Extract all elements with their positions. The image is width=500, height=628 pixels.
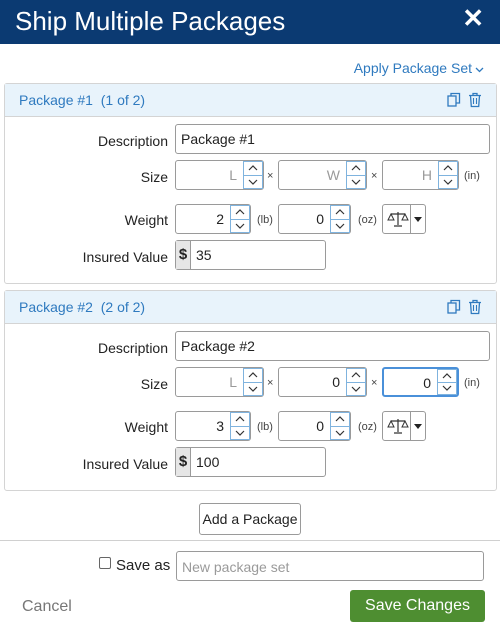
chevron-down-icon[interactable]: [330, 219, 350, 233]
scale-dropdown-button[interactable]: [382, 204, 426, 234]
chevron-down-icon[interactable]: [230, 219, 250, 233]
description-label: Description: [97, 340, 168, 356]
weight-lb-value: 2: [216, 211, 224, 227]
package-set-name-input[interactable]: New package set: [176, 551, 484, 581]
cancel-button[interactable]: Cancel: [22, 598, 72, 616]
divider: [0, 540, 500, 541]
apply-package-set-dropdown[interactable]: Apply Package Set: [354, 60, 484, 76]
chevron-up-icon[interactable]: [438, 161, 458, 176]
chevron-down-icon[interactable]: [346, 175, 366, 189]
insured-value: 100: [196, 454, 220, 470]
description-input[interactable]: Package #2: [175, 331, 490, 361]
insured-value-label: Insured Value: [82, 456, 168, 472]
package-header: Package #1 (1 of 2): [5, 84, 496, 117]
save-as-checkbox[interactable]: [99, 557, 111, 569]
weight-lb-value: 3: [216, 418, 224, 434]
times-sign: ×: [267, 377, 274, 389]
inch-unit: (in): [464, 170, 480, 182]
lb-unit: (lb): [257, 214, 273, 226]
width-value: 0: [332, 374, 340, 390]
weight-oz-stepper[interactable]: 0: [278, 411, 351, 441]
chevron-down-icon[interactable]: [243, 175, 263, 189]
scale-dropdown-button[interactable]: [382, 411, 426, 441]
caret-down-icon: [410, 205, 425, 233]
scale-icon: [387, 417, 409, 435]
weight-label: Weight: [124, 212, 168, 228]
package-count: (1 of 2): [100, 92, 146, 108]
times-sign: ×: [371, 170, 378, 182]
chevron-up-icon[interactable]: [346, 161, 366, 176]
save-changes-button[interactable]: Save Changes: [350, 590, 485, 622]
weight-label: Weight: [124, 419, 168, 435]
size-label: Size: [140, 169, 168, 185]
chevron-up-icon[interactable]: [330, 205, 350, 220]
copy-icon[interactable]: [447, 299, 461, 315]
chevron-up-icon[interactable]: [243, 161, 263, 176]
scale-icon: [387, 210, 409, 228]
height-value: 0: [423, 375, 431, 391]
insured-value: 35: [196, 247, 212, 263]
width-placeholder: W: [326, 167, 340, 183]
chevron-up-icon[interactable]: [437, 369, 457, 383]
height-stepper[interactable]: 0: [382, 367, 459, 397]
chevron-up-icon[interactable]: [346, 368, 366, 383]
weight-oz-stepper[interactable]: 0: [278, 204, 351, 234]
modal-header: Ship Multiple Packages ✕: [0, 0, 500, 44]
trash-icon[interactable]: [468, 92, 482, 108]
length-placeholder: L: [229, 374, 237, 390]
package-set-placeholder: New package set: [182, 559, 290, 575]
times-sign: ×: [371, 377, 378, 389]
trash-icon[interactable]: [468, 299, 482, 315]
package-title: Package #2: [19, 299, 93, 315]
weight-lb-stepper[interactable]: 2: [175, 204, 251, 234]
package-title: Package #1: [19, 92, 93, 108]
lb-unit: (lb): [257, 421, 273, 433]
oz-unit: (oz): [358, 214, 377, 226]
height-stepper[interactable]: H: [382, 160, 459, 190]
chevron-down-icon[interactable]: [243, 382, 263, 396]
chevron-up-icon[interactable]: [243, 368, 263, 383]
weight-lb-stepper[interactable]: 3: [175, 411, 251, 441]
apply-package-set-label: Apply Package Set: [353, 60, 472, 76]
description-label: Description: [97, 133, 168, 149]
chevron-up-icon[interactable]: [230, 205, 250, 220]
package-header: Package #2 (2 of 2): [5, 291, 496, 324]
insured-value-input[interactable]: $ 100: [175, 447, 326, 477]
description-input[interactable]: Package #1: [175, 124, 490, 154]
chevron-down-icon[interactable]: [230, 426, 250, 440]
copy-icon[interactable]: [447, 92, 461, 108]
close-icon[interactable]: ✕: [462, 4, 484, 32]
save-as-label: Save as: [116, 557, 171, 574]
length-stepper[interactable]: L: [175, 160, 264, 190]
length-placeholder: L: [229, 167, 237, 183]
add-package-button[interactable]: Add a Package: [199, 503, 301, 535]
size-label: Size: [140, 376, 168, 392]
width-stepper[interactable]: W: [278, 160, 367, 190]
chevron-down-icon: [475, 65, 484, 76]
chevron-down-icon[interactable]: [330, 426, 350, 440]
chevron-down-icon[interactable]: [437, 382, 457, 395]
weight-oz-value: 0: [316, 418, 324, 434]
description-value: Package #2: [181, 338, 255, 354]
inch-unit: (in): [464, 377, 480, 389]
weight-oz-value: 0: [316, 211, 324, 227]
times-sign: ×: [267, 170, 274, 182]
chevron-down-icon[interactable]: [346, 382, 366, 396]
oz-unit: (oz): [358, 421, 377, 433]
insured-value-label: Insured Value: [82, 249, 168, 265]
length-stepper[interactable]: L: [175, 367, 264, 397]
dollar-sign: $: [176, 241, 191, 269]
chevron-down-icon[interactable]: [438, 175, 458, 189]
chevron-up-icon[interactable]: [330, 412, 350, 427]
dollar-sign: $: [176, 448, 191, 476]
insured-value-input[interactable]: $ 35: [175, 240, 326, 270]
modal-title: Ship Multiple Packages: [15, 6, 286, 36]
chevron-up-icon[interactable]: [230, 412, 250, 427]
caret-down-icon: [410, 412, 425, 440]
package-count: (2 of 2): [100, 299, 146, 315]
height-placeholder: H: [421, 167, 432, 183]
width-stepper[interactable]: 0: [278, 367, 367, 397]
description-value: Package #1: [181, 131, 255, 147]
